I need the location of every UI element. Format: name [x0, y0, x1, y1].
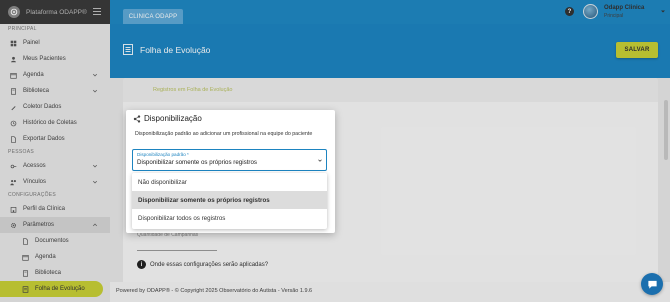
sidebar-subitem-folha-evolucao[interactable]: Folha de Evolução	[0, 281, 103, 297]
user-role: Principal	[604, 13, 624, 19]
sidebar-item-label: Acessos	[23, 163, 46, 169]
sidebar-item-label: Exportar Dados	[23, 136, 65, 142]
building-icon	[10, 206, 17, 213]
gear-icon	[10, 222, 17, 229]
sidebar-item-label: Folha de Evolução	[35, 286, 85, 292]
page-title: Folha de Evolução	[140, 45, 211, 55]
book-icon	[22, 269, 29, 277]
sidebar-item-painel[interactable]: Painel	[0, 35, 110, 51]
sidebar-item-biblioteca[interactable]: Biblioteca	[0, 83, 110, 99]
option-nao-disponibilizar[interactable]: Não disponibilizar	[132, 173, 327, 191]
clinic-tab[interactable]: CLINICA ODAPP	[123, 9, 183, 24]
section-configuracoes: CONFIGURAÇÕES	[8, 192, 57, 198]
document-icon	[22, 237, 29, 245]
sidebar-item-agenda[interactable]: Agenda	[0, 67, 110, 83]
sidebar-item-label: Meus Pacientes	[23, 56, 66, 62]
users-icon	[10, 56, 17, 63]
chevron-down-icon	[92, 180, 98, 184]
section-principal: PRINCIPAL	[8, 26, 37, 32]
sidebar-item-vinculos[interactable]: Vínculos	[0, 174, 110, 190]
sidebar-item-label: Coletor Dados	[23, 104, 62, 110]
page-header: Folha de Evolução SALVAR	[110, 24, 670, 78]
sidebar-item-label: Biblioteca	[23, 88, 50, 94]
chevron-down-icon	[92, 89, 98, 93]
chat-button[interactable]	[641, 273, 663, 295]
tab-registros[interactable]: Registros em Folha de Evolução	[153, 87, 232, 93]
dialog-title: Disponibilização	[144, 114, 202, 123]
help-icon[interactable]: ?	[565, 7, 574, 16]
chevron-up-icon	[92, 223, 98, 227]
sidebar-header: Plataforma ODAPP®	[0, 0, 110, 24]
menu-toggle-icon[interactable]	[93, 8, 101, 15]
quantity-input[interactable]	[137, 250, 217, 251]
sidebar-item-exportar-dados[interactable]: Exportar Dados	[0, 131, 110, 147]
link-people-icon	[10, 179, 17, 186]
sidebar-item-label: Painel	[23, 40, 40, 46]
sidebar-item-parametros[interactable]: Parâmetros	[0, 217, 110, 233]
brand-name: Plataforma ODAPP®	[26, 8, 87, 16]
sidebar-item-label: Agenda	[23, 72, 44, 78]
save-button[interactable]: SALVAR	[616, 42, 658, 58]
calendar-icon	[10, 72, 17, 79]
sidebar-item-meus-pacientes[interactable]: Meus Pacientes	[0, 51, 110, 67]
pen-icon	[10, 104, 17, 111]
user-name[interactable]: Odapp Clinica	[604, 5, 644, 11]
sidebar-item-label: Vínculos	[23, 179, 47, 185]
select-options-menu: Não disponibilizar Disponibilizar soment…	[132, 173, 327, 229]
sidebar-subitem-biblioteca[interactable]: Biblioteca	[0, 265, 110, 281]
list-icon	[22, 285, 29, 293]
info-icon: i	[137, 260, 146, 269]
option-somente-proprios[interactable]: Disponibilizar somente os próprios regis…	[132, 191, 327, 209]
sidebar-item-historico-coletas[interactable]: Histórico de Coletas	[0, 115, 110, 131]
chevron-down-icon[interactable]	[317, 158, 323, 163]
select-label: Disponibilização padrão *	[137, 152, 189, 157]
availability-select[interactable]: Disponibilização padrão * Disponibilizar…	[132, 149, 327, 171]
sidebar-item-perfil-clinica[interactable]: Perfil da Clínica	[0, 201, 110, 217]
footer-text: Powered by ODAPP® - © Copyright 2025 Obs…	[116, 288, 313, 294]
topbar: CLINICA ODAPP ? Odapp Clinica Principal	[110, 0, 670, 24]
sidebar-item-label: Perfil da Clínica	[23, 206, 66, 212]
chevron-down-icon	[92, 164, 98, 168]
avatar[interactable]	[583, 4, 598, 19]
availability-dialog: Disponibilização Disponibilização padrão…	[126, 110, 335, 233]
key-icon	[10, 163, 17, 170]
sidebar-item-label: Parâmetros	[23, 222, 55, 228]
info-text: Onde essas configurações serão aplicadas…	[150, 261, 269, 268]
chevron-down-icon[interactable]	[660, 9, 666, 14]
sidebar-item-coletor-dados[interactable]: Coletor Dados	[0, 99, 110, 115]
share-icon	[133, 115, 141, 123]
chat-icon	[647, 280, 657, 289]
chevron-down-icon	[92, 73, 98, 77]
option-todos-registros[interactable]: Disponibilizar todos os registros	[132, 209, 327, 227]
calendar-icon	[22, 254, 29, 261]
document-icon	[10, 135, 17, 143]
sidebar-item-label: Documentos	[35, 238, 69, 244]
tabs-row: Registros em Folha de Evolução	[123, 78, 658, 102]
scrollbar[interactable]	[664, 100, 668, 160]
list-icon	[123, 44, 133, 55]
footer: Powered by ODAPP® - © Copyright 2025 Obs…	[110, 282, 670, 302]
sidebar-item-label: Biblioteca	[35, 270, 62, 276]
history-icon	[10, 120, 17, 127]
info-link[interactable]: i Onde essas configurações serão aplicad…	[137, 260, 268, 269]
sidebar-item-acessos[interactable]: Acessos	[0, 158, 110, 174]
sidebar-item-label: Agenda	[35, 254, 56, 260]
book-icon	[10, 87, 17, 95]
logo-icon[interactable]	[8, 6, 20, 18]
sidebar-item-label: Histórico de Coletas	[23, 120, 77, 126]
sidebar: Plataforma ODAPP® PRINCIPAL Painel Meus …	[0, 0, 110, 302]
sidebar-subitem-documentos[interactable]: Documentos	[0, 233, 110, 249]
section-pessoas: PESSOAS	[8, 149, 34, 155]
dashboard-icon	[10, 40, 17, 47]
select-value: Disponibilizar somente os próprios regis…	[137, 159, 258, 166]
dialog-description: Disponibilização padrão ao adicionar um …	[135, 131, 313, 137]
sidebar-subitem-agenda[interactable]: Agenda	[0, 249, 110, 265]
